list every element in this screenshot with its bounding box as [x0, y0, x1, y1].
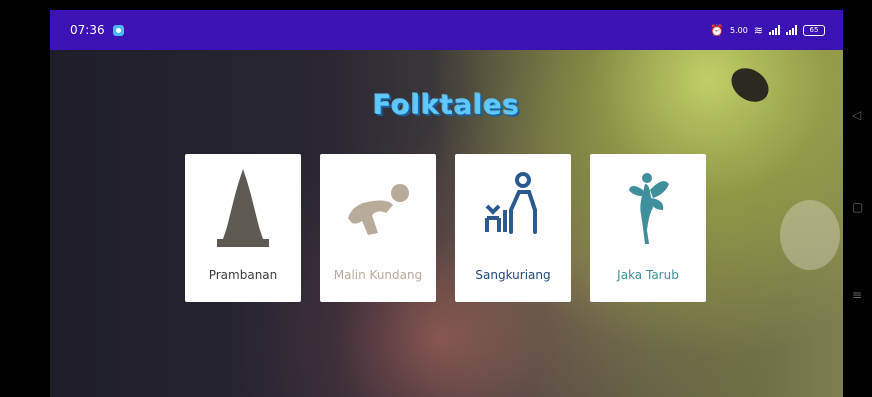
wifi-icon: ≋	[753, 23, 763, 37]
android-nav-bar: ◁ ▢ ≡	[843, 10, 872, 397]
back-icon[interactable]: ◁	[852, 108, 861, 122]
battery-level: 65	[809, 26, 819, 34]
network-speed: 5.00	[729, 25, 748, 35]
status-right: ⏰ 5.00 ≋ 65	[710, 24, 825, 37]
story-label: Sangkuriang	[475, 268, 551, 282]
story-card-jaka-tarub[interactable]: Jaka Tarub	[590, 154, 706, 302]
story-card-malin-kundang[interactable]: Malin Kundang	[320, 154, 436, 302]
temple-icon	[203, 168, 283, 248]
notification-app-icon	[112, 24, 124, 36]
story-list: Prambanan Malin Kundang Sangkuriang Jaka…	[185, 154, 706, 302]
person-building-icon	[473, 168, 553, 248]
status-bar: 07:36 ⏰ 5.00 ≋ 65	[50, 10, 843, 50]
flower-decoration	[780, 200, 840, 270]
status-left: 07:36	[70, 23, 124, 37]
battery-icon: 65	[803, 24, 825, 36]
device-frame: 07:36 ⏰ 5.00 ≋ 65 Folktales Prambanan Ma…	[0, 0, 872, 397]
fairy-icon	[608, 168, 688, 248]
story-label: Jaka Tarub	[617, 268, 679, 282]
signal-icon	[769, 25, 780, 35]
story-card-prambanan[interactable]: Prambanan	[185, 154, 301, 302]
signal-icon	[786, 25, 797, 35]
page-title: Folktales	[373, 90, 520, 121]
story-card-sangkuriang[interactable]: Sangkuriang	[455, 154, 571, 302]
alarm-icon: ⏰	[710, 23, 724, 37]
clock: 07:36	[70, 23, 105, 37]
story-label: Prambanan	[208, 268, 278, 282]
app-screen: 07:36 ⏰ 5.00 ≋ 65 Folktales Prambanan Ma…	[50, 10, 843, 397]
kneeling-man-icon	[338, 168, 418, 248]
recents-icon[interactable]: ≡	[852, 288, 862, 302]
home-icon[interactable]: ▢	[852, 200, 863, 214]
story-label: Malin Kundang	[333, 268, 423, 282]
